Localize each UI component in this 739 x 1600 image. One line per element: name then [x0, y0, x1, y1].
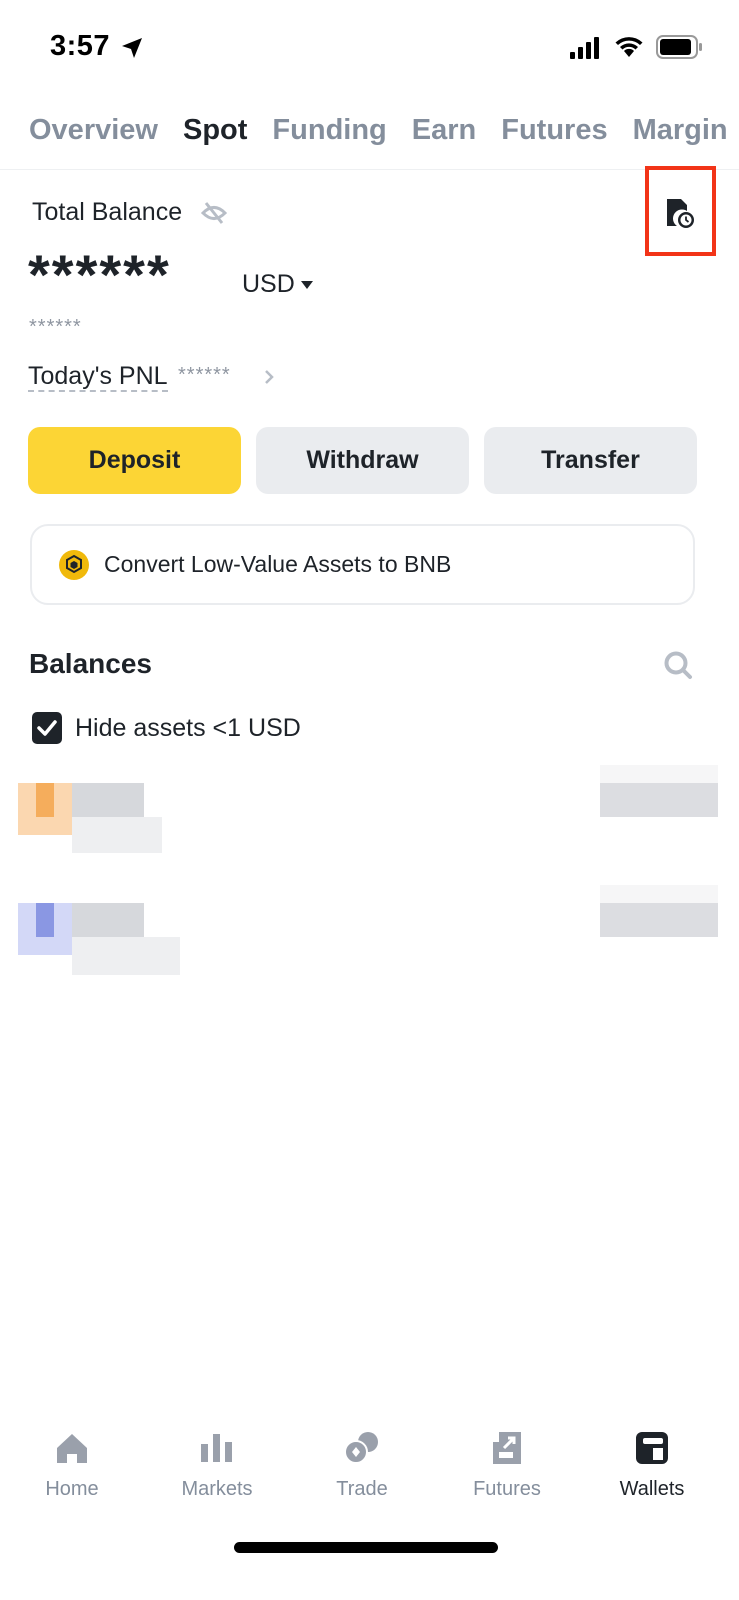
bnb-icon: [59, 550, 89, 580]
nav-home[interactable]: Home: [12, 1420, 132, 1520]
balances-title: Balances: [29, 648, 152, 679]
asset-row[interactable]: [0, 765, 739, 865]
bottom-navigation: Home Markets Trade Futures Wallets: [0, 1420, 739, 1520]
checkmark-icon: [37, 720, 57, 736]
wifi-icon: [615, 37, 643, 57]
tab-margin[interactable]: Margin: [633, 110, 728, 150]
asset-logo-blurred-core: [36, 783, 54, 817]
asset-name-blurred: [72, 903, 144, 937]
total-balance-label: Total Balance: [32, 198, 183, 226]
withdraw-button[interactable]: Withdraw: [256, 427, 469, 494]
convert-to-bnb-banner[interactable]: Convert Low-Value Assets to BNB: [30, 524, 695, 605]
transaction-history-icon: [667, 199, 694, 228]
balance-equivalent: ******: [29, 316, 82, 338]
asset-value-blurred: [600, 885, 718, 903]
nav-home-label: Home: [45, 1478, 99, 1500]
convert-banner-text: Convert Low-Value Assets to BNB: [104, 551, 452, 577]
status-time: 3:57: [50, 30, 111, 62]
tab-earn[interactable]: Earn: [412, 110, 476, 150]
nav-wallets[interactable]: Wallets: [592, 1420, 712, 1520]
hide-small-assets-checkbox[interactable]: [32, 712, 62, 744]
tab-overview[interactable]: Overview: [29, 110, 158, 150]
todays-pnl-label[interactable]: Today's PNL: [28, 362, 168, 392]
total-balance-value: ******: [28, 243, 171, 306]
location-arrow-icon: [122, 38, 142, 58]
currency-selector[interactable]: USD: [242, 270, 295, 299]
deposit-button[interactable]: Deposit: [28, 427, 241, 494]
nav-markets[interactable]: Markets: [157, 1420, 277, 1520]
tab-futures[interactable]: Futures: [501, 110, 607, 150]
nav-trade[interactable]: Trade: [302, 1420, 422, 1520]
asset-amount-blurred: [600, 783, 718, 817]
search-icon[interactable]: [663, 650, 693, 680]
transfer-button[interactable]: Transfer: [484, 427, 697, 494]
trade-coins-icon: [344, 1432, 378, 1464]
home-indicator[interactable]: [234, 1542, 498, 1553]
caret-down-icon[interactable]: [300, 280, 314, 290]
asset-amount-blurred: [600, 903, 718, 937]
asset-logo-blurred-core: [36, 903, 54, 937]
asset-value-blurred: [600, 765, 718, 783]
futures-icon: [493, 1432, 521, 1464]
nav-markets-label: Markets: [181, 1478, 253, 1500]
tab-funding[interactable]: Funding: [272, 110, 386, 150]
nav-futures[interactable]: Futures: [447, 1420, 567, 1520]
home-icon: [57, 1434, 87, 1463]
asset-row[interactable]: [0, 885, 739, 985]
asset-name-blurred: [72, 783, 144, 817]
nav-wallets-label: Wallets: [619, 1478, 685, 1500]
bar-chart-icon: [201, 1434, 232, 1462]
nav-futures-label: Futures: [473, 1478, 541, 1500]
hide-small-assets-label[interactable]: Hide assets <1 USD: [75, 714, 301, 743]
transaction-history-button[interactable]: [645, 166, 716, 256]
chevron-right-icon[interactable]: [262, 368, 276, 386]
wallet-icon: [636, 1432, 668, 1464]
nav-trade-label: Trade: [336, 1478, 388, 1500]
cellular-signal-icon: [570, 37, 599, 59]
eye-off-icon[interactable]: [200, 200, 228, 226]
tabs-divider: [0, 169, 739, 170]
status-bar: 3:57: [0, 0, 739, 95]
battery-icon: [656, 35, 702, 59]
todays-pnl-value: ******: [178, 364, 231, 386]
asset-subname-blurred: [72, 937, 180, 975]
asset-subname-blurred: [72, 817, 162, 853]
wallet-tabs: Overview Spot Funding Earn Futures Margin: [29, 110, 739, 160]
tab-spot[interactable]: Spot: [183, 110, 247, 150]
